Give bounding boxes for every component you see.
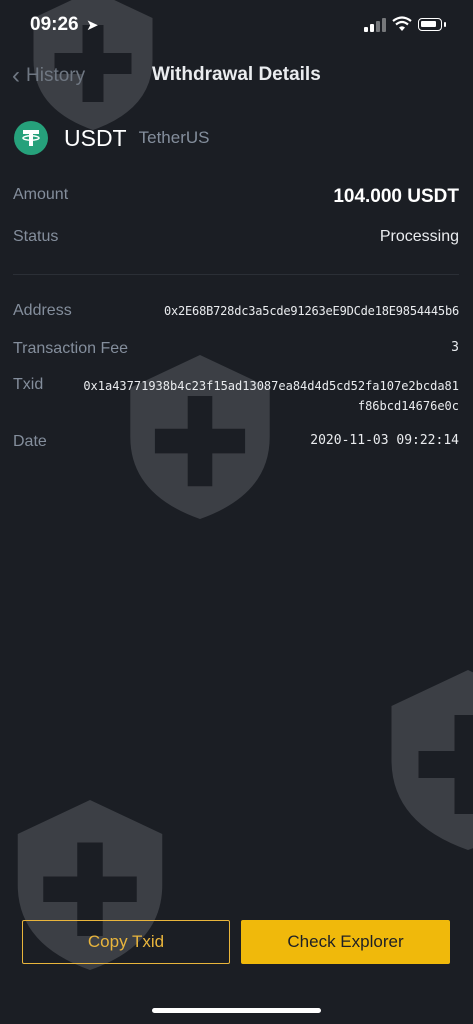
divider (13, 274, 459, 275)
txid-row: Txid 0x1a43771938b4c23f15ad13087ea84d4d5… (13, 376, 459, 416)
copy-txid-button[interactable]: Copy Txid (22, 920, 230, 964)
status-bar: 09:26 ➤ (0, 0, 473, 50)
txid-value[interactable]: 0x1a43771938b4c23f15ad13087ea84d4d5cd52f… (79, 376, 459, 416)
chevron-left-icon: ‹ (12, 62, 20, 89)
nav-bar: ‹ History Withdrawal Details (0, 60, 473, 92)
date-row: Date 2020-11-03 09:22:14 (13, 433, 459, 451)
battery-icon (418, 18, 446, 31)
fee-label: Transaction Fee (13, 340, 129, 357)
txid-label: Txid (13, 376, 44, 393)
fee-value: 3 (451, 340, 459, 355)
page-title: Withdrawal Details (152, 64, 321, 85)
address-label: Address (13, 302, 72, 319)
back-button[interactable]: ‹ History (12, 60, 85, 92)
date-label: Date (13, 433, 47, 450)
check-explorer-button[interactable]: Check Explorer (241, 920, 450, 964)
shield-watermark-icon (391, 670, 473, 850)
coin-header: USDT TetherUS (14, 120, 210, 156)
date-value: 2020-11-03 09:22:14 (310, 433, 459, 448)
status-row: Status Processing (13, 228, 459, 246)
status-time: 09:26 (30, 14, 79, 35)
home-indicator[interactable] (152, 1008, 321, 1013)
wifi-icon (392, 16, 412, 31)
signal-icon (364, 18, 386, 32)
tether-logo-icon (14, 121, 48, 155)
amount-row: Amount 104.000 USDT (13, 186, 459, 208)
location-arrow-icon: ➤ (86, 17, 99, 34)
coin-symbol: USDT (64, 124, 127, 151)
amount-label: Amount (13, 186, 69, 203)
amount-value: 104.000 USDT (333, 186, 459, 207)
fee-row: Transaction Fee 3 (13, 340, 459, 358)
status-label: Status (13, 228, 59, 245)
status-value: Processing (379, 228, 459, 245)
back-label: History (26, 65, 86, 86)
address-value[interactable]: 0x2E68B728dc3a5cde91263eE9DCde18E9854445… (164, 304, 459, 318)
coin-name: TetherUS (138, 128, 210, 147)
address-row: Address 0x2E68B728dc3a5cde91263eE9DCde18… (13, 302, 459, 320)
